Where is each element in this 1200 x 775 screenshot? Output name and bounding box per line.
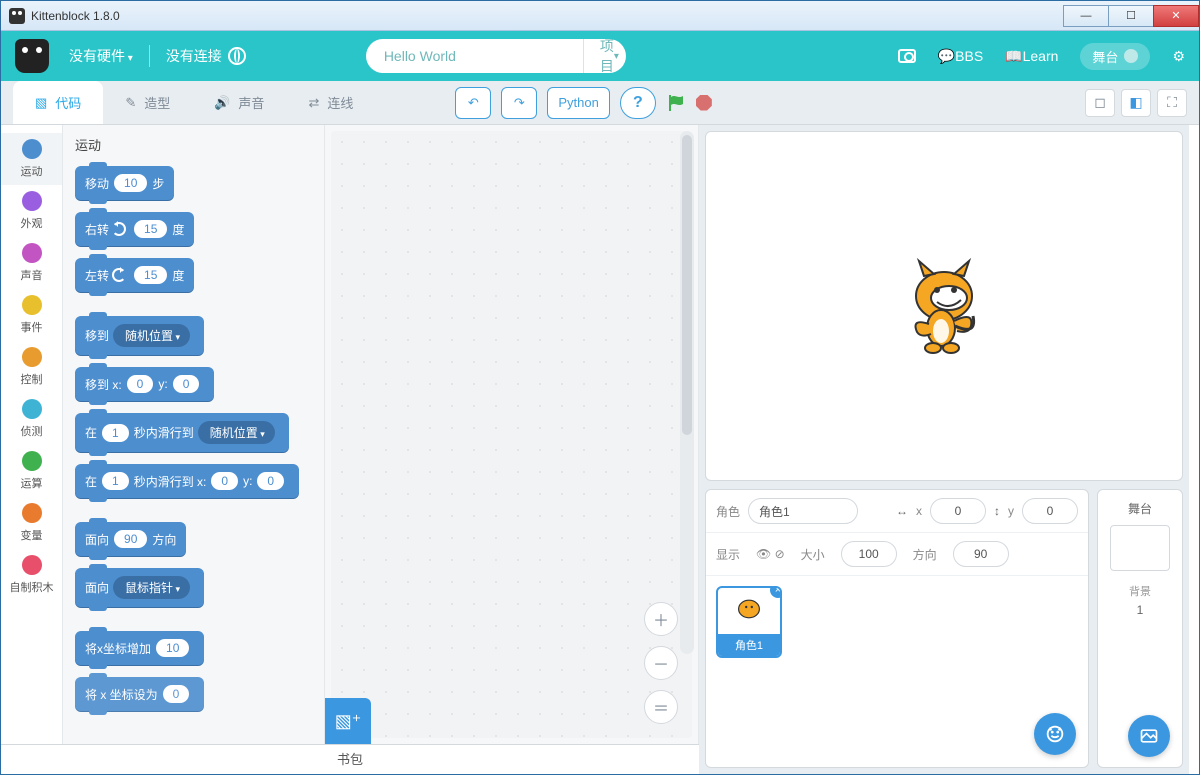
add-extension-button[interactable]: ▧⁺ bbox=[325, 698, 371, 744]
green-flag-icon[interactable] bbox=[666, 93, 686, 113]
camera-icon[interactable] bbox=[898, 49, 916, 63]
view-large-button[interactable]: ◧ bbox=[1121, 89, 1151, 117]
tab-sounds[interactable]: 🔊声音 bbox=[192, 81, 286, 124]
palette-heading: 运动 bbox=[75, 135, 312, 154]
category-运动[interactable]: 运动 bbox=[1, 133, 62, 185]
block-turn-right[interactable]: 右转15度 bbox=[75, 212, 194, 246]
hide-sprite-button[interactable]: ⊘ bbox=[775, 547, 785, 561]
category-外观[interactable]: 外观 bbox=[1, 185, 62, 237]
block-glide-xy[interactable]: 在1秒内滑行到 x:0y:0 bbox=[75, 464, 299, 498]
project-menu[interactable]: 项目 bbox=[583, 39, 635, 73]
xy-icon: ↔ bbox=[896, 504, 908, 518]
connection-menu[interactable]: 没有连接 bbox=[166, 46, 222, 66]
block-goto-random[interactable]: 移到随机位置 bbox=[75, 316, 204, 355]
category-运算[interactable]: 运算 bbox=[1, 445, 62, 497]
fullscreen-button[interactable]: ⛶ bbox=[1157, 89, 1187, 117]
menubar: 没有硬件 没有连接 项目 💬BBS 📖Learn 舞台 ⚙ bbox=[1, 31, 1199, 81]
block-point-direction[interactable]: 面向90方向 bbox=[75, 522, 186, 556]
stage-thumb[interactable] bbox=[1110, 525, 1170, 571]
zoom-out-button[interactable]: － bbox=[644, 646, 678, 680]
category-变量[interactable]: 变量 bbox=[1, 497, 62, 549]
rotate-ccw-icon bbox=[112, 268, 126, 282]
category-侦测[interactable]: 侦测 bbox=[1, 393, 62, 445]
project-box: 项目 bbox=[366, 39, 626, 73]
sprite-list: × 角色1 bbox=[706, 576, 1088, 767]
tab-wiring[interactable]: ⇄连线 bbox=[286, 81, 375, 124]
close-button[interactable]: ✕ bbox=[1153, 5, 1199, 27]
rotate-cw-icon bbox=[112, 222, 126, 236]
stage-toggle[interactable]: 舞台 bbox=[1080, 43, 1150, 70]
block-set-x-partial[interactable]: 将 x 坐标设为0 bbox=[75, 677, 204, 711]
workspace[interactable]: ＋ － ＝ ▧⁺ bbox=[325, 125, 699, 744]
app-icon bbox=[9, 8, 25, 24]
settings-icon[interactable]: ⚙ bbox=[1172, 48, 1185, 65]
python-button[interactable]: Python bbox=[547, 87, 609, 119]
sprite-dir-input[interactable] bbox=[953, 541, 1009, 567]
category-控制[interactable]: 控制 bbox=[1, 341, 62, 393]
zoom-in-button[interactable]: ＋ bbox=[644, 602, 678, 636]
minimize-button[interactable]: — bbox=[1063, 5, 1109, 27]
sprite-x-input[interactable] bbox=[930, 498, 986, 524]
workspace-scrollbar[interactable] bbox=[680, 131, 694, 654]
block-point-towards[interactable]: 面向鼠标指针 bbox=[75, 568, 204, 607]
block-palette[interactable]: 运动 移动10步 右转15度 左转15度 移到随机位置 bbox=[63, 125, 325, 744]
maximize-button[interactable]: ☐ bbox=[1108, 5, 1154, 27]
tab-code[interactable]: ▧代码 bbox=[13, 81, 103, 124]
category-自制积木[interactable]: 自制积木 bbox=[1, 549, 62, 601]
category-事件[interactable]: 事件 bbox=[1, 289, 62, 341]
block-change-x[interactable]: 将x坐标增加10 bbox=[75, 631, 204, 665]
learn-link[interactable]: 📖Learn bbox=[1005, 48, 1058, 65]
block-glide-random[interactable]: 在1秒内滑行到随机位置 bbox=[75, 413, 289, 452]
tab-costumes[interactable]: ✎造型 bbox=[103, 81, 192, 124]
titlebar: Kittenblock 1.8.0 — ☐ ✕ bbox=[1, 1, 1199, 31]
undo-button[interactable]: ↶ bbox=[455, 87, 491, 119]
block-move-steps[interactable]: 移动10步 bbox=[75, 166, 174, 200]
stop-icon[interactable] bbox=[696, 95, 712, 111]
y-icon: ↕ bbox=[994, 504, 1000, 518]
block-turn-left[interactable]: 左转15度 bbox=[75, 258, 194, 292]
stage-panel: 舞台 背景 1 bbox=[1097, 489, 1183, 768]
sprite-y-input[interactable] bbox=[1022, 498, 1078, 524]
window-title: Kittenblock 1.8.0 bbox=[31, 9, 120, 23]
category-column: 运动外观声音事件控制侦测运算变量自制积木 bbox=[1, 125, 63, 744]
sprite-panel: 角色 ↔ x ↕ y 显示 👁 ⊘ bbox=[705, 489, 1089, 768]
sprite-cat-icon bbox=[899, 256, 989, 356]
bbs-link[interactable]: 💬BBS bbox=[938, 48, 983, 65]
backpack[interactable]: 书包 bbox=[1, 744, 699, 772]
logo-icon[interactable] bbox=[15, 39, 49, 73]
category-声音[interactable]: 声音 bbox=[1, 237, 62, 289]
help-button[interactable]: ? bbox=[620, 87, 656, 119]
view-small-button[interactable]: ◻ bbox=[1085, 89, 1115, 117]
hardware-menu[interactable]: 没有硬件 bbox=[69, 46, 133, 66]
show-sprite-button[interactable]: 👁 bbox=[756, 547, 771, 561]
add-backdrop-button[interactable] bbox=[1128, 715, 1170, 757]
add-sprite-button[interactable] bbox=[1034, 713, 1076, 755]
redo-button[interactable]: ↷ bbox=[501, 87, 537, 119]
zoom-reset-button[interactable]: ＝ bbox=[644, 690, 678, 724]
label-sprite: 角色 bbox=[716, 503, 740, 520]
block-goto-xy[interactable]: 移到 x:0y:0 bbox=[75, 367, 214, 401]
sprite-size-input[interactable] bbox=[841, 541, 897, 567]
sprite-name-input[interactable] bbox=[748, 498, 858, 524]
project-name-input[interactable] bbox=[366, 48, 583, 64]
stage-panel-title: 舞台 bbox=[1128, 500, 1152, 517]
sprite-thumb[interactable]: × 角色1 bbox=[716, 586, 782, 658]
globe-icon[interactable] bbox=[228, 47, 246, 65]
stage[interactable] bbox=[705, 131, 1183, 481]
toolbar: ▧代码 ✎造型 🔊声音 ⇄连线 ↶ ↷ Python ? ◻ ◧ ⛶ bbox=[1, 81, 1199, 125]
